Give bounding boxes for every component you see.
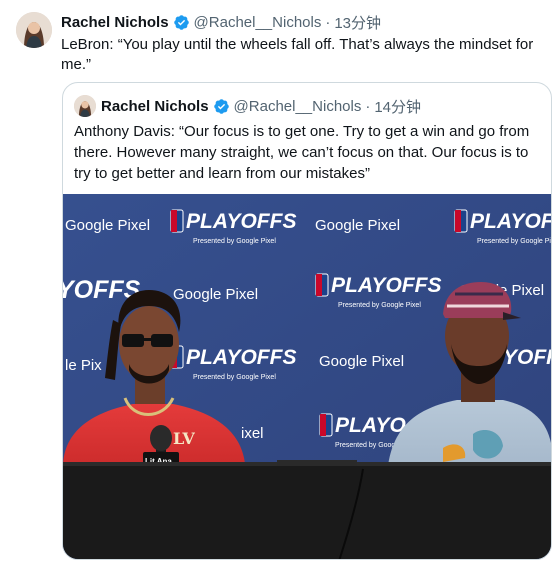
svg-text:YOFFS: YOFFS xyxy=(503,346,552,369)
tweet-header: Rachel Nichols @Rachel__Nichols · 13分钟 xyxy=(61,11,381,33)
press-table xyxy=(63,460,551,559)
author-avatar[interactable] xyxy=(16,12,52,48)
press-conference-photo[interactable]: Google Pixel PLAYOFFS Presented by Googl… xyxy=(63,194,552,559)
verified-badge-icon xyxy=(213,98,229,114)
photo-illustration: Google Pixel PLAYOFFS Presented by Googl… xyxy=(63,194,552,559)
backdrop-text: PLAYOFFS xyxy=(186,210,296,233)
backdrop-text: Google Pixel xyxy=(65,217,150,234)
backdrop-text: Presented by Google Pixel xyxy=(193,374,276,381)
backdrop-text: Presented by Google Pixel xyxy=(477,238,552,245)
verified-badge-icon xyxy=(173,14,189,30)
backdrop-text: Google Pixel xyxy=(315,217,400,234)
profile-photo xyxy=(16,12,52,48)
svg-text:le Pix: le Pix xyxy=(65,357,102,374)
backdrop-text: Google Pixel xyxy=(173,286,258,303)
backdrop-text: PLAYOFFS xyxy=(331,274,441,297)
separator-dot: · xyxy=(365,97,371,115)
quoted-author-handle: @Rachel__Nichols xyxy=(233,97,362,115)
quoted-author-name: Rachel Nichols xyxy=(101,97,209,115)
quoted-tweet-text: Anthony Davis: “Our focus is to get one.… xyxy=(74,123,530,182)
shirt-letters: LV xyxy=(173,429,195,448)
quoted-tweet-timestamp: 14分钟 xyxy=(374,98,422,116)
profile-photo xyxy=(74,95,96,117)
backdrop-text: PLAYOFFS xyxy=(470,210,552,233)
tweet-text: LeBron: “You play until the wheels fall … xyxy=(61,36,534,73)
backdrop-text: Google Pixel xyxy=(319,353,404,370)
author-name[interactable]: Rachel Nichols xyxy=(61,14,169,31)
separator-dot: · xyxy=(325,13,331,31)
svg-text:ixel: ixel xyxy=(241,425,264,442)
author-handle[interactable]: @Rachel__Nichols xyxy=(194,14,322,31)
svg-text:PLAYO: PLAYO xyxy=(335,414,406,437)
quoted-author-avatar xyxy=(74,95,96,117)
quoted-tweet-card[interactable]: Rachel Nichols @Rachel__Nichols · 14分钟 A… xyxy=(62,82,552,560)
quoted-tweet-header: Rachel Nichols @Rachel__Nichols · 14分钟 xyxy=(101,95,421,117)
backdrop-text: Presented by Google Pixel xyxy=(193,238,276,245)
tweet-timestamp[interactable]: 13分钟 xyxy=(334,12,381,33)
backdrop-text: Presented by Google Pixel xyxy=(338,302,421,309)
backdrop-text: PLAYOFFS xyxy=(186,346,296,369)
